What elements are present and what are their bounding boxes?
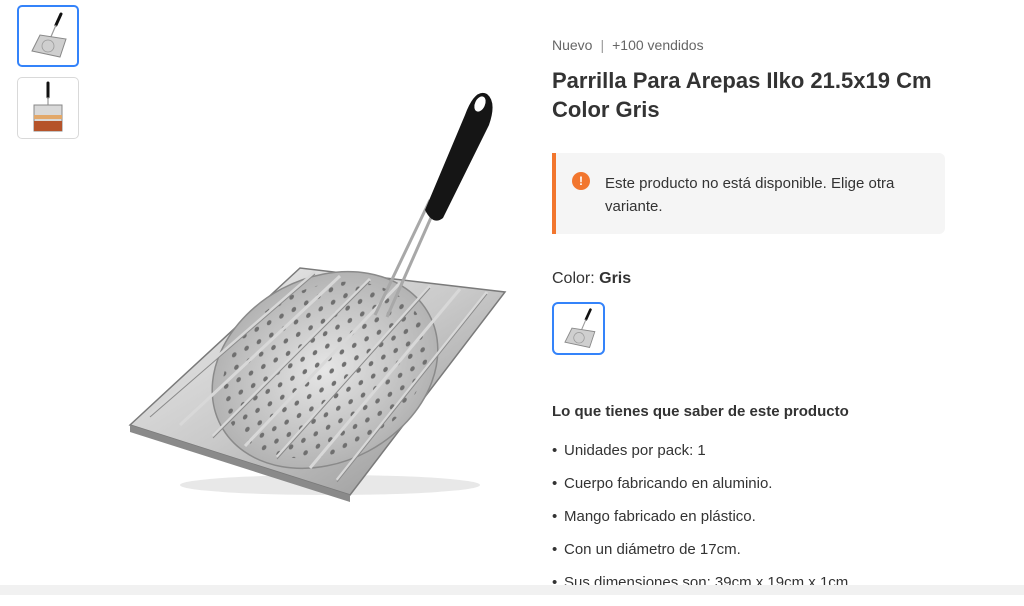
warning-icon: ! bbox=[572, 172, 590, 190]
features-list: Unidades por pack: 1 Cuerpo fabricando e… bbox=[552, 441, 852, 606]
sold-count: +100 vendidos bbox=[612, 37, 704, 53]
unavailable-alert: ! Este producto no está disponible. Elig… bbox=[552, 153, 945, 234]
grill-rack-swatch-icon bbox=[563, 307, 595, 348]
color-swatch-gris[interactable] bbox=[552, 302, 605, 355]
condition-label: Nuevo bbox=[552, 37, 593, 53]
subtitle-separator: | bbox=[600, 37, 605, 53]
color-picker-label: Color: Gris bbox=[552, 270, 631, 288]
thumbnail-gallery bbox=[17, 5, 79, 149]
grill-rack-thumbnail-icon bbox=[31, 12, 67, 58]
alert-message: Este producto no está disponible. Elige … bbox=[605, 175, 895, 215]
color-label-prefix: Color: bbox=[552, 270, 600, 287]
feature-item: Unidades por pack: 1 bbox=[552, 441, 852, 461]
product-info: Nuevo | +100 vendidos Parrilla Para Arepas… bbox=[552, 36, 945, 124]
grill-rack-image-icon bbox=[128, 92, 507, 502]
color-selected-value: Gris bbox=[599, 270, 632, 287]
product-title: Parrilla Para Arepas Ilko 21.5x19 Cm Col… bbox=[552, 68, 932, 122]
thumbnail-2[interactable] bbox=[17, 77, 79, 139]
features-heading: Lo que tienes que saber de este producto bbox=[552, 403, 849, 420]
feature-item: Con un diámetro de 17cm. bbox=[552, 540, 852, 560]
main-product-image[interactable] bbox=[125, 80, 510, 505]
grill-rack-packaging-icon bbox=[33, 81, 63, 132]
product-subtitle: Nuevo | +100 vendidos bbox=[552, 36, 945, 54]
thumbnail-1[interactable] bbox=[17, 5, 79, 67]
feature-item: Cuerpo fabricando en aluminio. bbox=[552, 474, 852, 494]
feature-item: Mango fabricado en plástico. bbox=[552, 507, 852, 527]
page-bottom-divider bbox=[0, 585, 1024, 595]
